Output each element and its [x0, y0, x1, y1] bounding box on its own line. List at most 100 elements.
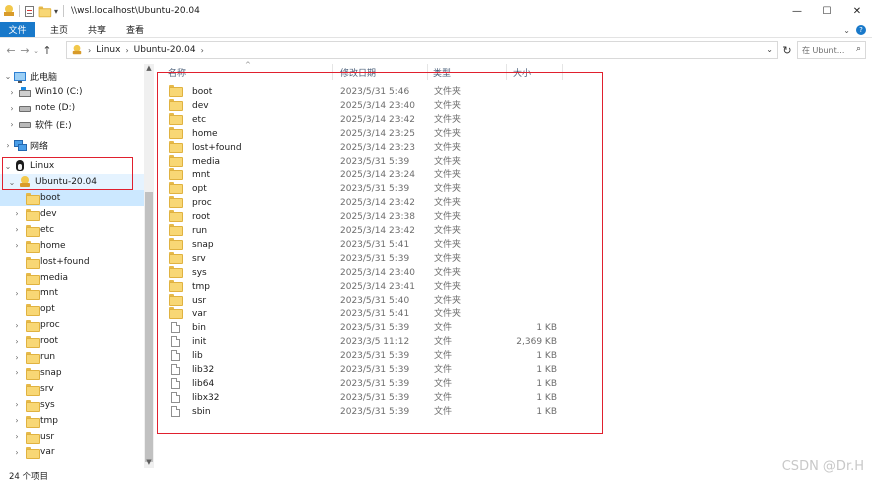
folder-icon: [26, 352, 40, 364]
tree-item-folder[interactable]: › snap: [0, 365, 144, 381]
tab-home[interactable]: 主页: [40, 22, 78, 37]
help-icon[interactable]: ?: [856, 25, 866, 35]
tree-item-folder[interactable]: › tmp: [0, 413, 144, 429]
chevron-right-icon[interactable]: ›: [12, 353, 22, 362]
tree-label: root: [40, 336, 59, 347]
chevron-right-icon[interactable]: ›: [12, 368, 22, 377]
minimize-button[interactable]: —: [782, 0, 812, 22]
chevron-right-icon[interactable]: ›: [12, 400, 22, 409]
scroll-up-icon[interactable]: ▲: [144, 64, 154, 74]
address-bar[interactable]: › Linux › Ubuntu-20.04 › ⌄: [66, 41, 778, 59]
tree-item-folder[interactable]: › usr: [0, 429, 144, 445]
chevron-right-icon[interactable]: ›: [7, 120, 17, 129]
forward-button[interactable]: →: [18, 41, 32, 61]
tree-item-folder[interactable]: media: [0, 270, 144, 286]
tree-label: sys: [40, 399, 55, 410]
tree-label: dev: [40, 208, 57, 219]
chevron-right-icon[interactable]: ›: [12, 241, 22, 250]
customize-dropdown-icon[interactable]: ▾: [54, 7, 58, 16]
search-placeholder: 在 Ubunt...: [802, 45, 845, 55]
title-bar: ▾ \\wsl.localhost\Ubuntu-20.04 — ☐ ✕: [0, 0, 872, 22]
tree-item-folder[interactable]: srv: [0, 381, 144, 397]
folder-icon: [26, 399, 40, 412]
drive-icon: [19, 122, 31, 128]
tree-item-network[interactable]: › 网络: [0, 137, 144, 153]
scroll-down-icon[interactable]: ▼: [144, 458, 154, 468]
maximize-button[interactable]: ☐: [812, 0, 842, 22]
drive-icon: [4, 5, 14, 17]
chevron-right-icon[interactable]: ›: [12, 289, 22, 298]
tree-item-this-pc[interactable]: ⌄ 此电脑: [0, 68, 144, 84]
tree-item-folder[interactable]: lost+found: [0, 254, 144, 270]
tree-item-folder[interactable]: › sys: [0, 397, 144, 413]
folder-icon: [26, 415, 40, 428]
chevron-right-icon[interactable]: ›: [12, 225, 22, 234]
quick-access-toolbar: ▾: [0, 0, 65, 22]
tree-item-folder[interactable]: › home: [0, 238, 144, 254]
window-title: \\wsl.localhost\Ubuntu-20.04: [71, 6, 200, 16]
folder-icon: [26, 383, 40, 396]
watermark: CSDN @Dr.H: [781, 459, 864, 474]
tree-label: mnt: [40, 288, 58, 299]
chevron-right-icon[interactable]: ›: [12, 321, 22, 330]
tab-share[interactable]: 共享: [78, 22, 116, 37]
chevron-right-icon[interactable]: ›: [12, 416, 22, 425]
tree-item-folder[interactable]: › run: [0, 349, 144, 365]
refresh-button[interactable]: ↻: [780, 42, 794, 58]
chevron-right-icon[interactable]: ›: [12, 448, 22, 457]
chevron-right-icon[interactable]: ›: [12, 432, 22, 441]
chevron-right-icon[interactable]: ›: [125, 46, 128, 55]
tree-item-folder[interactable]: › dev: [0, 206, 144, 222]
tree-label: 网络: [30, 141, 49, 152]
tab-view[interactable]: 查看: [116, 22, 154, 37]
chevron-right-icon[interactable]: ›: [201, 46, 204, 55]
breadcrumb-ubuntu[interactable]: Ubuntu-20.04: [134, 45, 196, 55]
back-button[interactable]: ←: [4, 41, 18, 61]
chevron-right-icon[interactable]: ›: [7, 88, 17, 97]
address-dropdown-icon[interactable]: ⌄: [766, 45, 773, 54]
annotation-box-list: [157, 72, 603, 434]
chevron-right-icon[interactable]: ›: [7, 104, 17, 113]
up-button[interactable]: ↑: [40, 41, 54, 61]
tree-label: note (D:): [35, 103, 76, 113]
close-button[interactable]: ✕: [842, 0, 872, 22]
chevron-right-icon[interactable]: ›: [12, 337, 22, 346]
search-input[interactable]: 在 Ubunt... ⌕: [797, 41, 866, 59]
nav-scrollbar[interactable]: ▲ ▼: [144, 64, 154, 468]
tree-item-drive-e[interactable]: › 软件 (E:): [0, 116, 144, 132]
computer-icon: [14, 71, 26, 83]
tree-item-drive-d[interactable]: › note (D:): [0, 100, 144, 116]
properties-icon[interactable]: [25, 5, 34, 17]
tree-item-folder[interactable]: opt: [0, 301, 144, 317]
chevron-down-icon[interactable]: ⌄: [3, 72, 13, 81]
search-icon: ⌕: [855, 44, 861, 54]
tree-item-folder[interactable]: › mnt: [0, 285, 144, 301]
tree-item-folder[interactable]: › etc: [0, 222, 144, 238]
address-row: ← → ⌄ ↑ › Linux › Ubuntu-20.04 › ⌄ ↻ 在 U…: [0, 39, 872, 62]
folder-icon: [26, 224, 40, 237]
chevron-right-icon[interactable]: ›: [12, 209, 22, 218]
tree-item-folder[interactable]: › proc: [0, 317, 144, 333]
tree-label: proc: [40, 320, 60, 331]
new-folder-icon[interactable]: [38, 6, 52, 18]
breadcrumb-linux[interactable]: Linux: [96, 45, 120, 55]
tree-item-folder[interactable]: › var: [0, 444, 144, 460]
tree-label: Win10 (C:): [35, 87, 83, 97]
tree-item-folder[interactable]: › root: [0, 333, 144, 349]
scrollbar-thumb[interactable]: [145, 192, 153, 462]
tree-label: home: [40, 240, 66, 251]
chevron-down-icon[interactable]: ⌄: [843, 26, 850, 35]
drive-icon: [19, 106, 31, 112]
folder-icon: [26, 208, 40, 221]
toolbar-separator: [63, 5, 65, 17]
chevron-right-icon[interactable]: ›: [88, 46, 91, 55]
recent-locations-button[interactable]: ⌄: [32, 41, 40, 61]
windows-drive-icon: [19, 87, 31, 97]
folder-icon: [26, 447, 40, 460]
tree-item-folder[interactable]: boot: [0, 190, 144, 206]
tree-label: etc: [40, 224, 55, 235]
tree-label: var: [40, 447, 55, 458]
chevron-right-icon[interactable]: ›: [3, 141, 13, 150]
tree-item-drive-c[interactable]: › Win10 (C:): [0, 84, 144, 100]
tab-file[interactable]: 文件: [0, 22, 35, 37]
